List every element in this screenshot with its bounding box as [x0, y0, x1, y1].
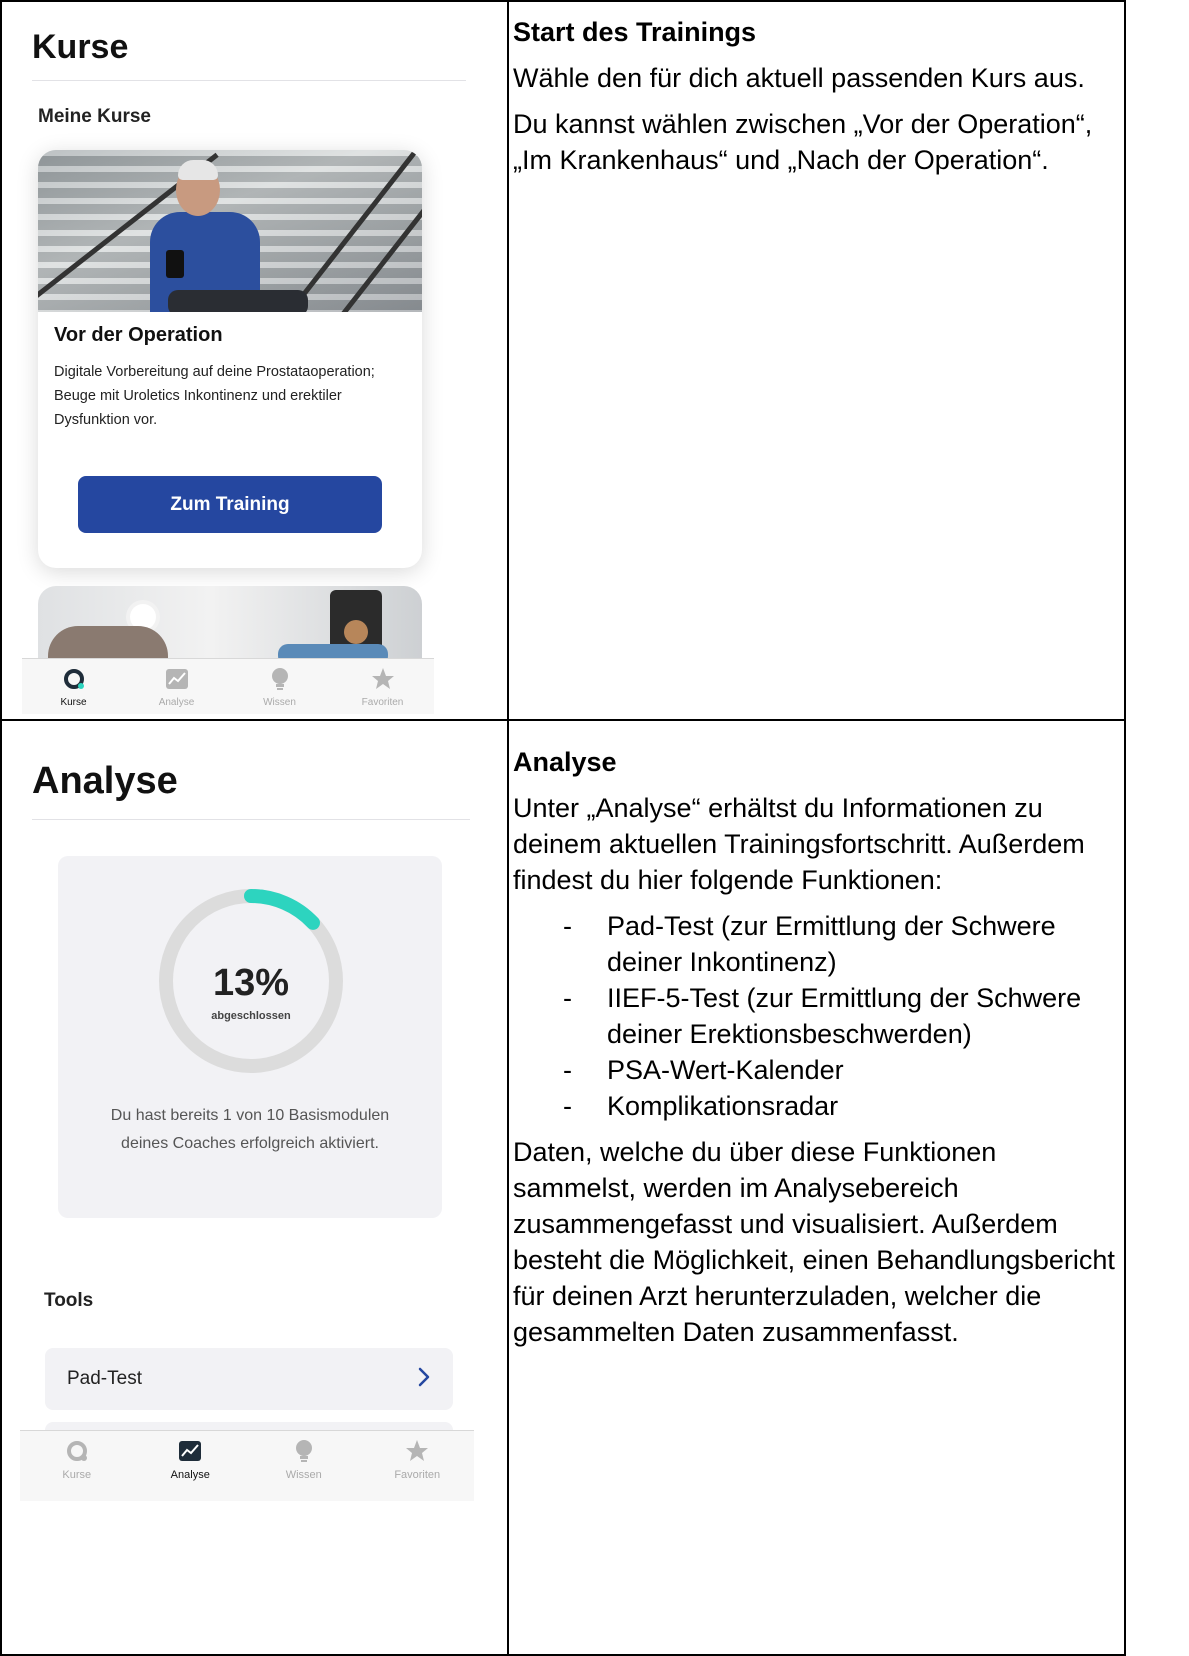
star-icon	[404, 1439, 430, 1463]
tab-bar: Kurse Analyse Wissen Favoriten	[20, 1430, 474, 1501]
course-image	[38, 150, 422, 312]
analyse-text: Analyse Unter „Analyse“ erhältst du Info…	[513, 744, 1121, 1360]
progress-description: Du hast bereits 1 von 10 Basismodulen de…	[110, 1107, 390, 1152]
section-heading: Start des Trainings	[513, 17, 757, 47]
section-heading: Analyse	[513, 747, 617, 777]
progress-label: abgeschlossen	[211, 1010, 291, 1022]
start-training-text: Start des Trainings Wähle den für dich a…	[513, 14, 1121, 188]
ring-logo-icon	[64, 1439, 90, 1463]
page-title: Analyse	[32, 760, 178, 802]
tab-label: Analyse	[158, 697, 195, 708]
tab-analyse[interactable]: Analyse	[140, 1431, 240, 1501]
tab-kurse[interactable]: Kurse	[27, 1431, 127, 1501]
function-list: - Pad-Test (zur Ermittlung der Schwere de…	[513, 908, 1121, 1124]
lightbulb-icon	[267, 667, 293, 691]
tab-wissen[interactable]: Wissen	[230, 659, 330, 714]
course-card[interactable]: Vor der Operation Digitale Vorbereitung …	[38, 150, 422, 568]
list-item: - PSA-Wert-Kalender	[563, 1055, 844, 1085]
chart-icon	[164, 667, 190, 691]
lightbulb-icon	[291, 1439, 317, 1463]
title-divider	[32, 80, 466, 81]
paragraph: Du kannst wählen zwischen „Vor der Opera…	[513, 109, 1093, 175]
analyse-screenshot: Analyse 13% abgeschlossen Du hast bereit…	[16, 728, 486, 1648]
section-label-meine-kurse: Meine Kurse	[38, 106, 151, 127]
tab-label: Analyse	[170, 1469, 210, 1481]
tab-label: Wissen	[263, 697, 296, 708]
paragraph: Unter „Analyse“ erhältst du Informatione…	[513, 793, 1085, 895]
tab-kurse[interactable]: Kurse	[24, 659, 124, 714]
paragraph: Wähle den für dich aktuell passenden Kur…	[513, 63, 1085, 93]
progress-card: 13% abgeschlossen Du hast bereits 1 von …	[58, 856, 442, 1218]
tab-analyse[interactable]: Analyse	[127, 659, 227, 714]
tab-label: Favoriten	[394, 1469, 441, 1481]
progress-percent: 13%	[212, 962, 290, 1004]
title-divider	[32, 819, 470, 820]
tab-favoriten[interactable]: Favoriten	[367, 1431, 467, 1501]
list-item: - Pad-Test (zur Ermittlung der Schwere de…	[563, 911, 1056, 977]
tab-label: Favoriten	[361, 697, 404, 708]
column-divider	[507, 0, 509, 1656]
tab-bar: Kurse Analyse Wissen Favoriten	[22, 658, 434, 714]
list-item: - IIEF-5-Test (zur Ermittlung der Schwere…	[563, 983, 1082, 1049]
course-description: Digitale Vorbereitung auf deine Prostata…	[54, 364, 375, 428]
course-title: Vor der Operation	[54, 324, 223, 346]
ring-logo-icon	[61, 667, 87, 691]
chart-icon	[177, 1439, 203, 1463]
chevron-right-icon	[417, 1366, 431, 1393]
tab-label: Wissen	[285, 1469, 322, 1481]
section-label-tools: Tools	[44, 1290, 94, 1311]
paragraph: Daten, welche du über diese Funktionen s…	[513, 1137, 1115, 1347]
row-divider	[0, 719, 1126, 721]
tool-row-pad-test[interactable]: Pad-Test	[45, 1348, 453, 1410]
list-item: - Komplikationsradar	[563, 1091, 839, 1121]
tool-label: Pad-Test	[67, 1368, 142, 1389]
course-card-next[interactable]	[38, 586, 422, 666]
page-title: Kurse	[32, 28, 129, 66]
tab-label: Kurse	[62, 1469, 92, 1481]
zum-training-button[interactable]: Zum Training	[78, 476, 382, 533]
tab-wissen[interactable]: Wissen	[254, 1431, 354, 1501]
tab-favoriten[interactable]: Favoriten	[333, 659, 433, 714]
star-icon	[370, 667, 396, 691]
kurse-screenshot: Kurse Meine Kurse Vor der Operation Digi…	[16, 8, 486, 714]
tab-label: Kurse	[60, 697, 87, 708]
